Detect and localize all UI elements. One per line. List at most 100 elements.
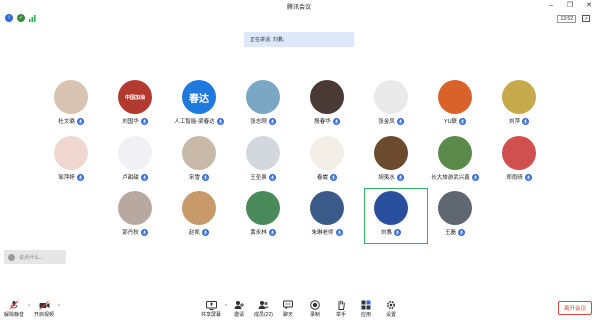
participant-name: 赵凯 [188,230,200,236]
participant-tile[interactable]: 宋雪 [168,136,230,192]
participant-avatar [310,80,344,114]
participant-name-line: 殷春华 [314,117,340,125]
microphone-icon [268,228,276,236]
participant-tile[interactable]: 殷春华 [296,80,358,136]
microphone-icon [140,228,148,236]
microphone-icon [471,173,479,181]
video-options-chevron-icon[interactable]: ⌃ [57,304,61,310]
microphone-icon [76,117,84,125]
participant-tile[interactable]: 刘萍 [488,80,550,136]
participant-name: 张志刚 [250,119,267,125]
participant-tile[interactable]: 王圣泉 [232,136,294,192]
participant-name: 邹萍婷 [58,175,75,181]
participant-avatar [310,191,344,225]
avatar-text: 中国加油 [124,94,145,101]
participant-tile[interactable]: 春崴 [296,136,358,192]
participant-avatar [438,191,472,225]
signal-icon[interactable] [29,14,37,22]
microphone-icon [140,117,148,125]
top-toolbar: i ✓ 13:52 ↗ [0,12,598,25]
microphone-icon [330,173,337,181]
participant-name-line: 王圣泉 [250,173,276,181]
mute-options-chevron-icon[interactable]: ⌃ [27,304,31,310]
participant-avatar [118,191,152,225]
apps-button[interactable]: 应用 [360,300,372,318]
participant-name-line: 刘萍 [509,117,529,125]
share-screen-button[interactable]: 共享屏幕 [201,300,221,318]
participant-tile[interactable]: 胡夷水 [360,136,422,192]
restore-icon[interactable]: ❐ [565,1,575,11]
chat-placeholder: 说点什么... [19,254,44,261]
microphone-icon [396,117,404,125]
participant-avatar [438,80,472,114]
participant-tile[interactable]: 黄永林 [232,191,294,247]
minimize-icon[interactable]: – [546,1,556,11]
members-button[interactable]: 成员(22) [254,300,273,318]
participant-tile[interactable]: YU联 [424,80,486,136]
participant-avatar [182,136,216,170]
microphone-icon [216,117,224,125]
participant-tile[interactable]: 王磊 [424,191,486,247]
participant-name-line: YU联 [444,117,467,125]
participant-name-line: 胡夷水 [378,173,404,181]
participant-name-line: 张金凤 [378,117,404,125]
gear-icon [385,300,397,310]
participant-name: 刘国华 [122,119,139,125]
participant-tile[interactable]: 郭丹秋 [104,191,166,247]
microphone-icon [268,173,276,181]
participant-name-line: 朱琳老师 [311,228,343,236]
speaking-indicator: 正在讲话: 刘翥; [244,32,354,47]
settings-button[interactable]: 设置 [385,300,397,318]
participant-name-line: 王磊 [445,228,465,236]
microphone-icon [140,173,148,181]
participant-tile[interactable]: 郑雨晴 [488,136,550,192]
leave-meeting-button[interactable]: 离开会议 [558,301,592,315]
participant-tile[interactable]: 朱琳老师 [296,191,358,247]
chat-button[interactable]: 聊天 [282,300,294,318]
participant-name-line: 人工智能-梁春达 [174,117,224,125]
fullscreen-icon[interactable]: ↗ [582,15,590,22]
chat-bubble-icon [282,300,294,310]
participant-avatar [438,136,472,170]
video-button[interactable]: 开启视频 [34,300,54,318]
participant-tile[interactable]: 卢甜甜 [104,136,166,192]
participant-avatar [374,80,408,114]
close-icon[interactable]: ✕ [584,1,594,11]
microphone-icon [332,117,340,125]
participant-name: 郑雨晴 [506,175,523,181]
raise-hand-button[interactable]: 举手 [335,300,347,318]
participant-avatar [54,136,88,170]
record-button[interactable]: 录制 [309,300,321,318]
participant-name: 刘萍 [508,119,520,125]
participant-name: 杜文璐 [58,119,75,125]
participant-tile[interactable]: 邹萍婷 [40,136,102,192]
participant-tile[interactable]: 张志刚 [232,80,294,136]
participant-tile[interactable]: 中国加油 刘国华 [104,80,166,136]
participant-tile[interactable]: 赵凯 [168,191,230,247]
participant-name-line: 郭丹秋 [122,228,148,236]
chat-icon [8,253,15,261]
participant-name-line: 杜文璐 [58,117,84,125]
title-bar: 腾讯会议 – ❐ ✕ [0,0,598,12]
microphone-icon [396,173,404,181]
participant-name: 宋雪 [188,175,200,181]
participant-tile[interactable]: 长大旅游武兴鑫 [424,136,486,192]
participant-name: 王圣泉 [250,175,267,181]
participant-tile[interactable]: 杜文璐 [40,80,102,136]
participant-name-line: 卢甜甜 [122,173,148,181]
participant-avatar [310,136,344,170]
participant-tile[interactable]: 张金凤 [360,80,422,136]
microphone-icon [335,228,343,236]
participant-tile[interactable]: 春达 人工智能-梁春达 [168,80,230,136]
participant-avatar [374,136,408,170]
participant-name: 长大旅游武兴鑫 [431,175,470,181]
invite-button[interactable]: 邀请 [233,300,245,318]
invite-icon [233,300,245,310]
info-icon[interactable]: i [5,14,13,22]
share-options-chevron-icon[interactable]: ⌃ [224,304,228,310]
mute-button[interactable]: 解除静音 [4,300,24,318]
participant-avatar [54,80,88,114]
participant-name: 王磊 [444,230,456,236]
shield-icon[interactable]: ✓ [17,14,25,22]
chat-input[interactable]: 说点什么... [4,250,66,264]
